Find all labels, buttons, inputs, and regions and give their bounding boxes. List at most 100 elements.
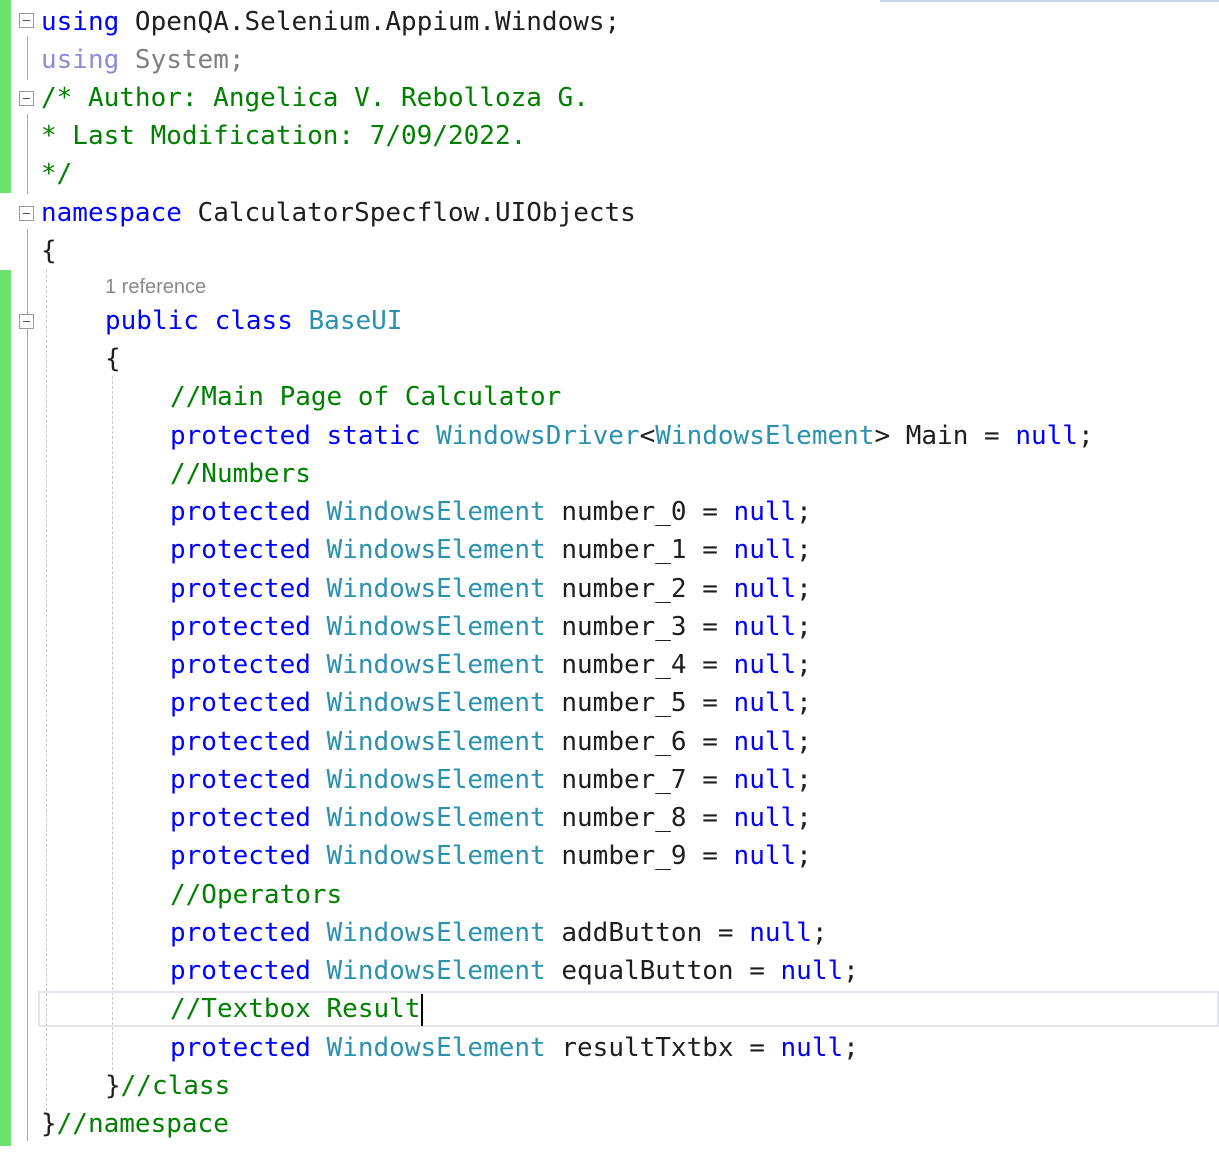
code-editor[interactable]: using OpenQA.Selenium.Appium.Windows; us… [0,0,1219,1170]
code-line-9[interactable]: { [105,340,121,378]
type-name: WindowsElement [326,612,546,642]
brace: { [41,236,57,266]
identifier: number_6 = [545,727,734,757]
code-line-22[interactable]: protected WindowsElement number_9 = null… [170,837,812,875]
identifier: CalculatorSpecflow.UIObjects [181,198,636,228]
identifier: number_3 = [545,612,734,642]
code-line-20[interactable]: protected WindowsElement number_7 = null… [170,761,812,799]
code-line-15[interactable]: protected WindowsElement number_2 = null… [170,570,812,608]
outline-using-line [27,36,28,80]
keyword-null: null [733,497,797,527]
type-name: WindowsElement [655,421,875,451]
keyword-null: null [780,956,844,986]
comment: //Operators [170,880,343,910]
identifier: resultTxtbx = [545,1033,781,1063]
code-line-12[interactable]: //Numbers [170,455,311,493]
code-line-14[interactable]: protected WindowsElement number_1 = null… [170,531,812,569]
keyword-null: null [733,574,797,604]
comment: //Main Page of Calculator [170,382,562,412]
identifier: number_2 = [545,574,734,604]
code-line-18[interactable]: protected WindowsElement number_5 = null… [170,684,812,722]
code-line-17[interactable]: protected WindowsElement number_4 = null… [170,646,812,684]
code-line-5[interactable]: */ [41,155,72,193]
keyword: protected [170,574,311,604]
code-line-13[interactable]: protected WindowsElement number_0 = null… [170,493,812,531]
keyword-null: null [733,612,797,642]
keyword-null: null [749,918,812,948]
punctuation: ; [796,727,812,757]
punctuation: ; [796,535,812,565]
comment: //Textbox Result [170,994,421,1024]
code-lens-references[interactable]: 1 reference [105,272,206,302]
type-name: WindowsElement [326,650,546,680]
code-line-2[interactable]: using System; [41,41,245,79]
identifier: number_8 = [545,803,734,833]
type-name: WindowsElement [326,574,546,604]
code-line-26[interactable]: //Textbox Result [170,990,424,1028]
keyword-null: null [733,688,797,718]
type-name: WindowsElement [326,727,546,757]
identifier-unused: System; [119,45,245,75]
code-line-10[interactable]: //Main Page of Calculator [170,378,561,416]
code-line-16[interactable]: protected WindowsElement number_3 = null… [170,608,812,646]
punctuation: ; [796,841,812,871]
code-line-25[interactable]: protected WindowsElement equalButton = n… [170,952,859,990]
identifier: OpenQA.Selenium.Appium.Windows; [119,7,621,37]
keyword: protected [170,688,311,718]
keyword: class [214,306,293,336]
code-line-23[interactable]: //Operators [170,876,342,914]
top-accent [880,0,1219,2]
code-line-11[interactable]: protected static WindowsDriver<WindowsEl… [170,417,1094,455]
punctuation: < [639,421,656,451]
fold-toggle-namespace[interactable] [19,206,34,221]
keyword-null: null [780,1033,844,1063]
keyword-null: null [733,650,797,680]
fold-toggle-comment[interactable] [19,91,34,106]
punctuation: ; [796,574,812,604]
keyword: protected [170,612,311,642]
code-line-21[interactable]: protected WindowsElement number_8 = null… [170,799,812,837]
identifier: number_5 = [545,688,734,718]
code-line-28[interactable]: }//class [105,1067,230,1105]
type-name: WindowsElement [326,803,546,833]
punctuation: ; [811,918,828,948]
punctuation: ; [796,688,812,718]
indent-guide-namespace [46,270,47,1116]
fold-toggle-class[interactable] [19,314,34,329]
keyword: protected [170,497,311,527]
outline-namespace-line [27,229,28,1141]
type-name: WindowsElement [326,1033,546,1063]
keyword-null: null [1015,421,1078,451]
brace: } [105,1071,121,1101]
punctuation: ; [796,612,812,642]
code-line-6[interactable]: namespace CalculatorSpecflow.UIObjects [41,194,636,232]
outline-comment-line [27,114,28,194]
comment: /* Author: Angelica V. Rebolloza G. [41,83,589,113]
code-line-27[interactable]: protected WindowsElement resultTxtbx = n… [170,1029,859,1067]
keyword: static [326,421,421,451]
code-line-4[interactable]: * Last Modification: 7/09/2022. [41,117,526,155]
keyword: protected [170,727,311,757]
brace: { [105,344,121,374]
fold-toggle-using[interactable] [19,13,34,28]
code-line-3[interactable]: /* Author: Angelica V. Rebolloza G. [41,79,589,117]
keyword-null: null [733,765,797,795]
identifier: > Main = [874,421,1016,451]
code-line-7[interactable]: { [41,232,57,270]
comment: */ [41,159,73,189]
code-line-1[interactable]: using OpenQA.Selenium.Appium.Windows; [41,3,620,41]
code-line-24[interactable]: protected WindowsElement addButton = nul… [170,914,827,952]
comment: //Numbers [170,459,311,489]
punctuation: ; [796,765,812,795]
code-line-19[interactable]: protected WindowsElement number_6 = null… [170,723,812,761]
keyword: namespace [41,198,182,228]
keyword: protected [170,421,311,451]
code-line-29[interactable]: }//namespace [41,1105,229,1143]
keyword: protected [170,765,311,795]
keyword: protected [170,918,311,948]
keyword: protected [170,956,311,986]
identifier: addButton = [545,918,750,948]
code-line-8[interactable]: public class BaseUI [105,302,402,340]
keyword: protected [170,650,311,680]
punctuation: ; [796,650,812,680]
